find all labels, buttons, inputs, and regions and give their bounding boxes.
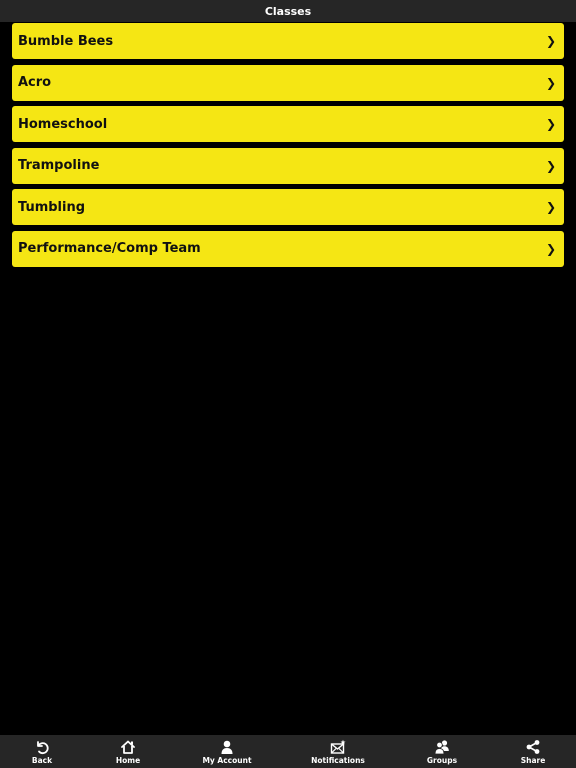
class-item-label: Acro	[18, 75, 52, 91]
tab-groups[interactable]: Groups	[394, 735, 490, 768]
group-icon	[434, 740, 449, 755]
home-icon	[121, 740, 135, 754]
share-icon	[526, 740, 540, 754]
user-icon	[221, 740, 233, 754]
app-screen: Classes Bumble Bees ❯ Acro ❯ Homeschool …	[0, 0, 576, 768]
back-icon	[37, 741, 49, 755]
header-bar: Classes	[0, 0, 576, 22]
chevron-right-icon: ❯	[545, 200, 556, 215]
class-item-label: Performance/Comp Team	[18, 241, 201, 257]
tab-label: My Account	[202, 756, 252, 765]
chevron-right-icon: ❯	[545, 34, 556, 48]
tab-label: Back	[31, 756, 53, 765]
tab-home[interactable]: Home	[84, 735, 172, 768]
tab-back[interactable]: Back	[0, 735, 84, 768]
chevron-right-icon: ❯	[545, 158, 556, 173]
chevron-right-icon: ❯	[545, 117, 556, 132]
tab-label: Home	[115, 756, 141, 765]
class-item-label: Homeschool	[18, 116, 108, 132]
class-item-trampoline[interactable]: Trampoline ❯	[12, 147, 564, 184]
bottom-tab-bar: Back Home My Account Notifications Group…	[0, 735, 576, 768]
envelope-star-icon	[330, 739, 346, 754]
tab-notifications[interactable]: Notifications	[282, 735, 394, 768]
tab-label: Groups	[426, 756, 458, 765]
class-item-label: Tumbling	[18, 199, 86, 215]
chevron-right-icon: ❯	[545, 75, 556, 90]
class-item-label: Trampoline	[18, 158, 100, 174]
class-item-tumbling[interactable]: Tumbling ❯	[12, 189, 564, 226]
class-list: Bumble Bees ❯ Acro ❯ Homeschool ❯ Trampo…	[12, 23, 564, 273]
class-item-label: Bumble Bees	[18, 33, 114, 49]
tab-label: Share	[520, 756, 546, 765]
class-item-bumble-bees[interactable]: Bumble Bees ❯	[12, 23, 564, 59]
class-item-acro[interactable]: Acro ❯	[12, 64, 564, 101]
chevron-right-icon: ❯	[545, 241, 556, 256]
tab-label: Notifications	[311, 756, 365, 765]
tab-my-account[interactable]: My Account	[172, 735, 282, 768]
class-item-performance-comp-team[interactable]: Performance/Comp Team ❯	[12, 230, 564, 267]
tab-share[interactable]: Share	[490, 735, 576, 768]
class-item-homeschool[interactable]: Homeschool ❯	[12, 106, 564, 143]
page-title: Classes	[264, 4, 312, 18]
